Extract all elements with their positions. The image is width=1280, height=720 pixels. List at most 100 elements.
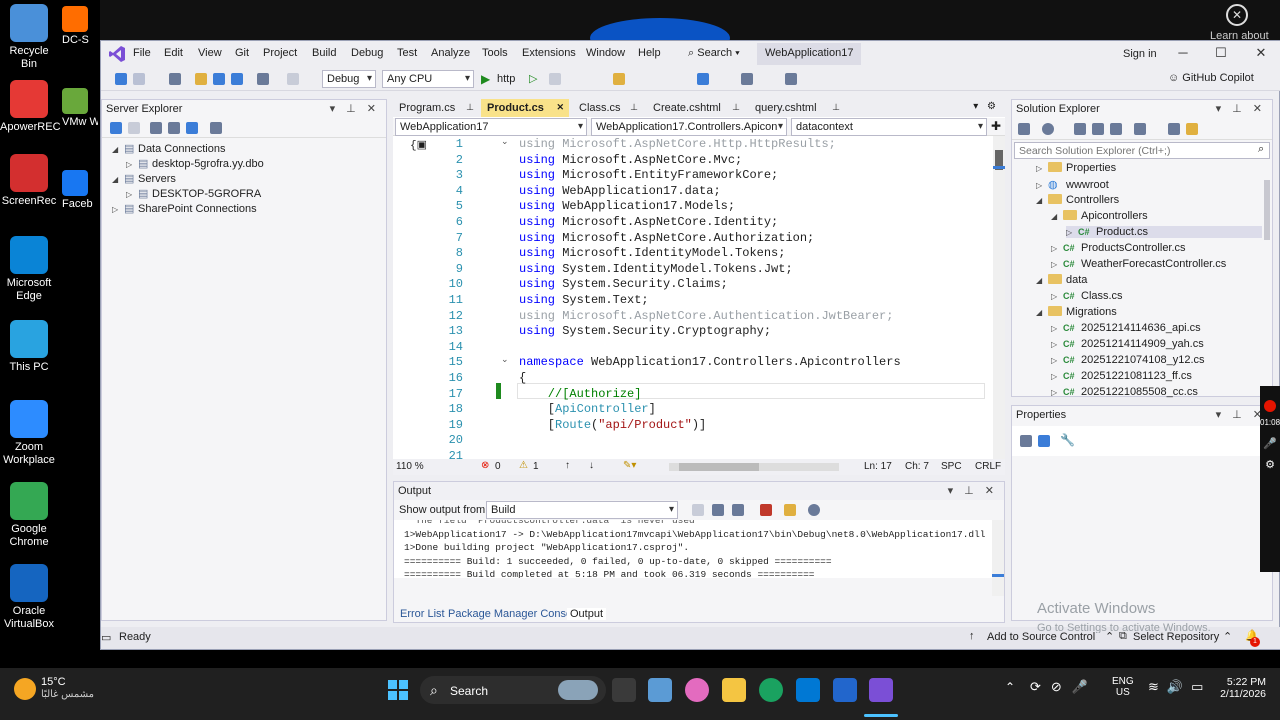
bottom-tab[interactable]: Error List (397, 608, 448, 620)
collapsed-arrow-icon[interactable]: ▷ (1051, 244, 1063, 253)
sql-server-icon[interactable] (833, 678, 857, 702)
timestamp-icon[interactable] (808, 504, 820, 516)
connect-azure-icon[interactable] (186, 122, 198, 134)
categorized-icon[interactable] (1020, 435, 1032, 447)
weather-sun-icon[interactable] (14, 678, 36, 700)
menu-tools[interactable]: Tools (482, 47, 508, 59)
solution-tree-node[interactable]: ▷ C# 20251214114909_yah.cs (1051, 338, 1204, 350)
close-icon[interactable]: ✕ (556, 102, 564, 113)
history-icon[interactable] (1042, 123, 1054, 135)
code-line[interactable]: { (519, 371, 526, 385)
clear-all-icon[interactable] (760, 504, 772, 516)
menu-analyze[interactable]: Analyze (431, 47, 470, 59)
zoom-level[interactable]: 110 % (396, 461, 424, 472)
edge-icon[interactable] (759, 678, 783, 702)
maximize-icon[interactable]: ☐ (1211, 45, 1231, 61)
solution-tree-node[interactable]: ▷ C# 20251221085508_cc.cs (1051, 386, 1198, 398)
document-tab[interactable]: Program.cs ⊥ (393, 99, 479, 117)
warning-icon[interactable]: ⚠ (519, 460, 528, 471)
editor-vertical-scrollbar[interactable] (993, 136, 1005, 459)
document-tab[interactable]: Class.cs ⊥ (573, 99, 643, 117)
show-all-files-icon[interactable] (1110, 123, 1122, 135)
record-icon[interactable] (1264, 400, 1276, 412)
horizontal-scroll-thumb[interactable] (679, 463, 759, 471)
code-line[interactable]: using Microsoft.EntityFrameworkCore; (519, 168, 778, 182)
cleanup-icon[interactable]: ✎▾ (623, 460, 636, 471)
copilot-app-icon[interactable] (685, 678, 709, 702)
server-tree-node[interactable]: ▷ ▤ DESKTOP-5GROFRA (126, 187, 261, 200)
refresh-icon[interactable] (549, 73, 561, 85)
pin-icon[interactable]: ▾ ⊥ ✕ (330, 102, 380, 115)
fold-chevron-icon[interactable]: ⌄ (501, 355, 509, 365)
collapsed-arrow-icon[interactable]: ▷ (1051, 292, 1063, 301)
solution-tree-node[interactable]: ▷ C# WeatherForecastController.cs (1051, 258, 1226, 270)
previous-message-icon[interactable] (712, 504, 724, 516)
next-message-icon[interactable] (732, 504, 744, 516)
horizontal-scrollbar[interactable] (669, 463, 839, 471)
arrow-up-icon[interactable]: ↑ (565, 460, 570, 471)
filter-icon[interactable] (1134, 123, 1146, 135)
desktop-icon[interactable]: Google Chrome (0, 482, 58, 549)
member-dropdown[interactable]: datacontext (791, 118, 987, 136)
solution-tree-node[interactable]: ▷ ◍ wwwroot (1036, 178, 1109, 191)
collapsed-arrow-icon[interactable]: ▷ (1051, 324, 1063, 333)
solution-tree-node[interactable]: ◢ Controllers (1036, 194, 1119, 206)
menu-help[interactable]: Help (638, 47, 661, 59)
desktop-icon[interactable]: Recycle Bin (0, 4, 58, 71)
code-line[interactable]: using WebApplication17.data; (519, 184, 721, 198)
expanded-arrow-icon[interactable]: ◢ (1036, 308, 1048, 317)
language-indicator[interactable]: ENG US (1112, 676, 1134, 698)
type-dropdown[interactable]: WebApplication17.Controllers.Apicon (591, 118, 787, 136)
output-source-dropdown[interactable]: Build (486, 501, 678, 519)
platform-dropdown[interactable]: Any CPU (382, 70, 474, 88)
collapsed-arrow-icon[interactable]: ▷ (1051, 356, 1063, 365)
code-line[interactable]: namespace WebApplication17.Controllers.A… (519, 355, 901, 369)
switch-view-icon[interactable] (1074, 123, 1086, 135)
undo-icon[interactable] (257, 73, 269, 85)
desktop-icon[interactable]: ApowerREC (0, 80, 61, 134)
visual-studio-taskbar-icon[interactable] (869, 678, 893, 702)
configuration-dropdown[interactable]: Debug (322, 70, 376, 88)
solution-tree-node[interactable]: ◢ Migrations (1036, 306, 1117, 318)
solution-tree-node[interactable]: ◢ data (1036, 274, 1087, 286)
sync-icon[interactable] (1018, 123, 1030, 135)
save-all-icon[interactable] (231, 73, 243, 85)
indent-mode[interactable]: SPC (941, 461, 962, 472)
code-line[interactable]: [ApiController] (519, 402, 656, 416)
stop-icon[interactable] (128, 122, 140, 134)
code-line[interactable]: using WebApplication17.Models; (519, 199, 735, 213)
format-icon[interactable] (741, 73, 753, 85)
back-icon[interactable] (115, 73, 127, 85)
alphabetical-icon[interactable] (1038, 435, 1050, 447)
server-tree-node[interactable]: ▷ ▤ SharePoint Connections (112, 202, 257, 215)
forward-icon[interactable] (133, 73, 145, 85)
connect-database-icon[interactable] (150, 122, 162, 134)
project-dropdown[interactable]: WebApplication17 (395, 118, 587, 136)
code-line[interactable]: using Microsoft.AspNetCore.Mvc; (519, 153, 742, 167)
tab-overflow-icon[interactable]: ▾ ⚙ (973, 101, 999, 112)
server-tree-node[interactable]: ◢ ▤ Servers (112, 172, 176, 185)
fold-chevron-icon[interactable]: ⌄ (501, 137, 509, 147)
line-ending[interactable]: CRLF (975, 461, 1001, 472)
solution-tree-node[interactable]: ▷ C# 20251214114636_api.cs (1051, 322, 1201, 334)
output-text[interactable]: The field 'ProductsController.data' is n… (394, 520, 994, 578)
pin-icon[interactable]: ▾ ⊥ ✕ (1216, 102, 1266, 115)
new-project-icon[interactable] (169, 73, 181, 85)
collapsed-arrow-icon[interactable]: ▷ (1036, 181, 1048, 190)
document-tab[interactable]: Product.cs ✕ (481, 99, 569, 117)
file-explorer-icon[interactable] (722, 678, 746, 702)
windows-start-icon[interactable] (388, 680, 408, 700)
split-icon[interactable]: ✚ (991, 119, 1001, 133)
expanded-arrow-icon[interactable]: ◢ (1036, 276, 1048, 285)
document-tab[interactable]: query.cshtml ⊥ (749, 99, 845, 117)
desktop-icon[interactable]: Zoom Workplace (0, 400, 58, 467)
close-icon[interactable]: ✕ (1251, 45, 1271, 61)
desktop-icon[interactable]: DC-S (62, 6, 98, 47)
solution-tree-node[interactable]: ▷ C# Product.cs (1066, 226, 1262, 238)
server-tree-node[interactable]: ◢ ▤ Data Connections (112, 142, 225, 155)
collapse-all-icon[interactable] (1092, 123, 1104, 135)
code-area[interactable]: {▣ 1 using Microsoft.AspNetCore.Http.Http… (393, 136, 993, 459)
network-volume-battery-icons[interactable]: ≋🔊▭ (1148, 679, 1211, 695)
properties-icon[interactable] (210, 122, 222, 134)
solution-tree-node[interactable]: ▷ Properties (1036, 162, 1116, 174)
